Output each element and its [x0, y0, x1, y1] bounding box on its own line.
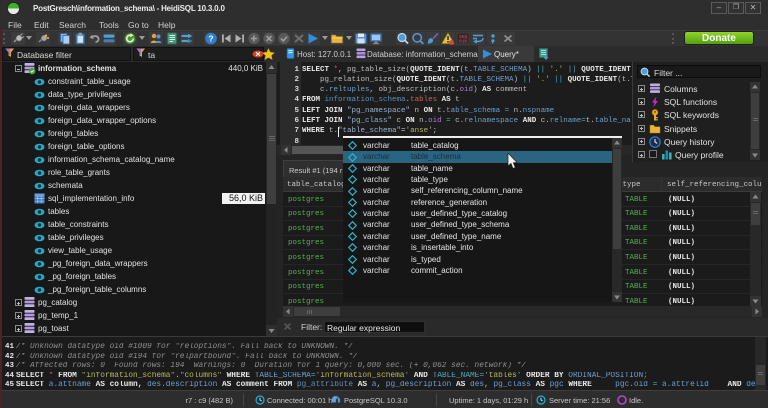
svg-text:?: ? — [208, 33, 213, 43]
svg-text:01b: 01b — [459, 39, 467, 45]
